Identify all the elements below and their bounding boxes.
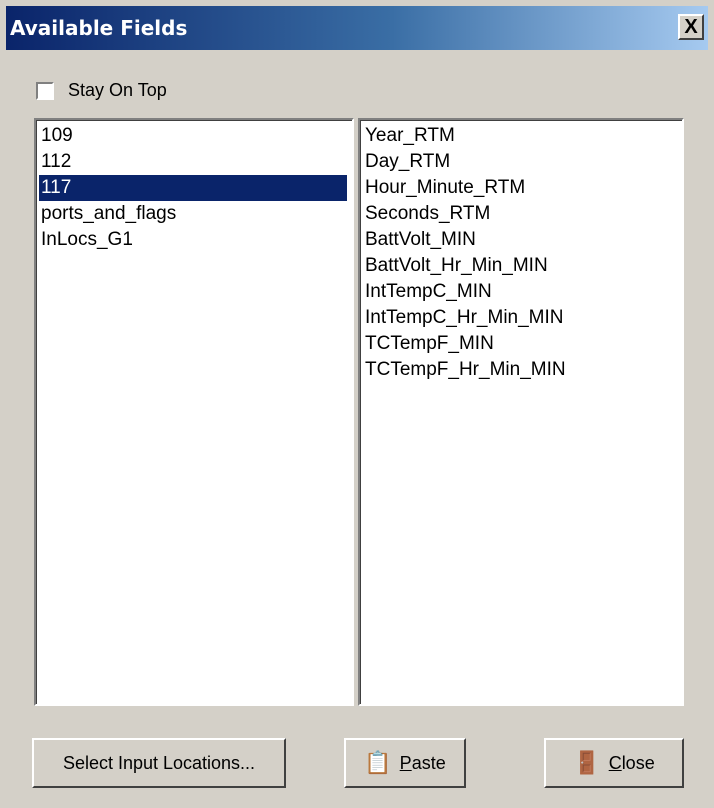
list-item[interactable]: TCTempF_MIN xyxy=(363,331,682,357)
list-item[interactable]: BattVolt_Hr_Min_MIN xyxy=(363,253,682,279)
close-icon[interactable]: X xyxy=(678,14,704,40)
door-exit-icon: 🚪 xyxy=(573,750,601,775)
list-item[interactable]: 117 xyxy=(39,175,347,201)
tables-listbox[interactable]: 109 112 117 ports_and_flags InLocs_G1 xyxy=(33,117,355,707)
list-item[interactable]: IntTempC_Hr_Min_MIN xyxy=(363,305,682,331)
stay-on-top-label[interactable]: Stay On Top xyxy=(68,80,167,101)
tables-list: 109 112 117 ports_and_flags InLocs_G1 xyxy=(36,120,352,704)
paste-button[interactable]: 📋 Paste xyxy=(344,738,466,788)
select-input-locations-button[interactable]: Select Input Locations... xyxy=(32,738,286,788)
fields-list: Year_RTM Day_RTM Hour_Minute_RTM Seconds_RT… xyxy=(360,120,682,704)
available-fields-window: Available Fields X Stay On Top 109 112 117… xyxy=(0,0,714,808)
list-item[interactable]: 112 xyxy=(39,149,352,175)
window-title: Available Fields xyxy=(10,16,188,40)
title-bar[interactable]: Available Fields X xyxy=(6,6,708,50)
list-item[interactable]: 109 xyxy=(39,123,352,149)
close-label: Close xyxy=(608,752,655,773)
close-button[interactable]: 🚪 Close xyxy=(544,738,684,788)
fields-listbox[interactable]: Year_RTM Day_RTM Hour_Minute_RTM Seconds_RT… xyxy=(357,117,685,707)
paste-icon: 📋 xyxy=(364,750,392,775)
select-input-locations-label: Select Input Locations... xyxy=(62,752,256,773)
list-item[interactable]: TCTempF_Hr_Min_MIN xyxy=(363,357,682,383)
list-item[interactable]: IntTempC_MIN xyxy=(363,279,682,305)
list-item[interactable]: Year_RTM xyxy=(363,123,682,149)
list-item[interactable]: Seconds_RTM xyxy=(363,201,682,227)
close-icon-glyph: X xyxy=(684,16,698,38)
paste-label: Paste xyxy=(399,752,446,773)
list-item[interactable]: InLocs_G1 xyxy=(39,227,352,253)
list-item[interactable]: Hour_Minute_RTM xyxy=(363,175,682,201)
list-item[interactable]: Day_RTM xyxy=(363,149,682,175)
list-item[interactable]: ports_and_flags xyxy=(39,201,352,227)
stay-on-top-row[interactable]: Stay On Top xyxy=(36,80,167,101)
stay-on-top-checkbox[interactable] xyxy=(36,81,54,100)
list-item[interactable]: BattVolt_MIN xyxy=(363,227,682,253)
